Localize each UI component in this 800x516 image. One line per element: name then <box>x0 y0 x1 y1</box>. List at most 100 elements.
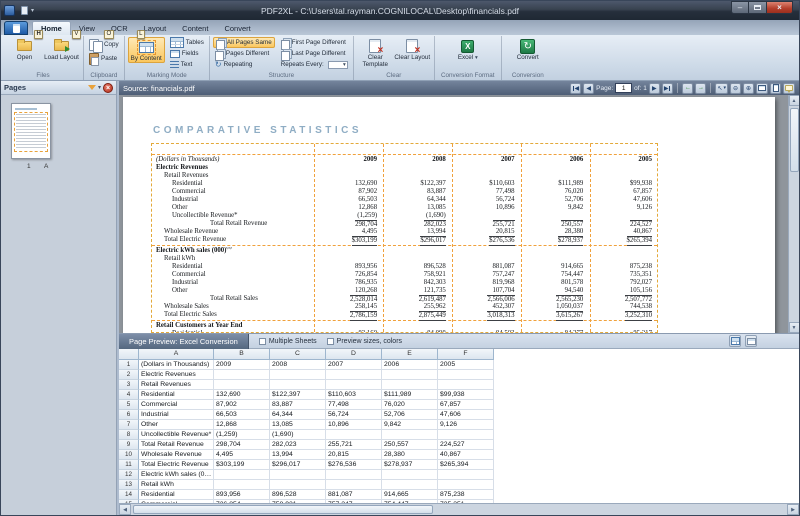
app-menu-button[interactable] <box>4 21 28 35</box>
next-view-button[interactable]: → <box>695 82 707 94</box>
convert-button[interactable]: ↻ Convert <box>509 37 546 61</box>
clear-layout-button[interactable]: × Clear Layout <box>394 37 431 61</box>
grid-cell: 881,087 <box>326 490 382 500</box>
page-thumbnail[interactable] <box>11 103 51 159</box>
fit-width-button[interactable] <box>756 82 768 94</box>
pages-different-button[interactable]: Pages Different <box>213 48 275 61</box>
export-grid-button[interactable] <box>729 335 741 347</box>
document-icon <box>20 6 28 15</box>
convert-icon: ↻ <box>520 38 536 54</box>
comments-button[interactable] <box>783 82 795 94</box>
group-structure: All Pages Same Pages Different ↻ Repeati… <box>210 36 354 80</box>
scroll-down-button[interactable]: ▼ <box>788 322 799 333</box>
tab-convert[interactable]: Convert <box>216 21 258 35</box>
group-label: Conversion Format <box>441 72 495 79</box>
copy-button[interactable]: Copy <box>87 38 121 53</box>
table-icon <box>169 37 184 48</box>
row-header-7: 7 <box>119 420 139 430</box>
pdf-table-row: Total Retail Revenue 298,704 282,023 255,72… <box>210 220 653 228</box>
first-page-different-button[interactable]: First Page Different <box>279 37 350 50</box>
close-button[interactable]: × <box>767 1 793 14</box>
vertical-scrollbar[interactable]: ▲ ▼ <box>788 95 799 333</box>
scroll-up-button[interactable]: ▲ <box>788 95 799 106</box>
all-pages-same-button[interactable]: All Pages Same <box>212 37 275 50</box>
grid-cell: $99,938 <box>438 390 494 400</box>
last-page-button[interactable]: ▶ <box>661 82 674 94</box>
open-button[interactable]: Open <box>6 37 43 61</box>
grid-cell: 224,527 <box>438 440 494 450</box>
grid-cell: 893,956 <box>214 490 270 500</box>
next-page-button[interactable]: ▶ <box>648 82 660 94</box>
grid-cell <box>270 380 326 390</box>
tab-layout[interactable]: Layout L <box>136 21 175 39</box>
tab-ocr[interactable]: OCR O <box>103 21 136 39</box>
scroll-left-button[interactable]: ◀ <box>119 504 131 515</box>
preview-sizes-checkbox[interactable] <box>326 337 334 345</box>
previous-page-button[interactable]: ◀ <box>583 82 595 94</box>
row-marker[interactable] <box>152 154 657 155</box>
page-number-input[interactable] <box>615 83 633 93</box>
group-conversion: ↻ Convert Conversion <box>502 36 554 80</box>
select-tool-button[interactable]: ↖ ▾ <box>715 82 728 94</box>
preview-tab[interactable]: Page Preview: Excel Conversion <box>119 333 249 349</box>
last-page-different-button[interactable]: Last Page Different <box>279 48 350 61</box>
grid-cell: (1,690) <box>270 430 326 440</box>
marked-table-region[interactable]: (Dollars in Thousands) 2009 2008 2007 2006 20… <box>151 143 658 333</box>
pages-panel-title: Pages <box>4 83 27 92</box>
panel-options-button[interactable] <box>745 335 757 347</box>
group-marking-mode: By Content Tables Fields Text Marking Mo… <box>125 36 210 80</box>
row-header-10: 10 <box>119 450 139 460</box>
multiple-sheets-checkbox[interactable] <box>258 337 266 345</box>
panel-icon <box>746 337 756 345</box>
chevron-down-icon: ▾ <box>723 85 726 91</box>
pdf-table-rows: (Dollars in Thousands) 2009 2008 2007 2006 20… <box>152 156 657 332</box>
separator <box>677 83 679 93</box>
tables-button[interactable]: Tables <box>168 37 206 48</box>
qat-dropdown-icon[interactable]: ▾ <box>31 7 34 14</box>
repeating-button[interactable]: ↻ Repeating <box>213 59 275 70</box>
button-label: Pages Different <box>225 50 270 57</box>
clear-template-button[interactable]: × Clear Template <box>357 37 394 68</box>
row-header-6: 6 <box>119 410 139 420</box>
page-count-label: of: 1 <box>634 84 647 92</box>
fit-page-button[interactable] <box>770 82 781 94</box>
paste-button[interactable]: Paste <box>87 52 121 66</box>
grid-corner <box>119 349 139 360</box>
filter-caret-icon[interactable]: ▾ <box>98 84 101 91</box>
horizontal-scrollbar-thumb[interactable] <box>133 505 433 514</box>
tab-content[interactable]: Content <box>174 21 216 35</box>
pages-different-icon <box>214 48 226 61</box>
text-button[interactable]: Text <box>168 59 206 70</box>
panel-close-button[interactable]: × <box>103 82 113 93</box>
minimize-button[interactable]: – <box>731 1 749 14</box>
tab-home[interactable]: Home H <box>32 21 71 39</box>
grid-cell: Electric Revenues <box>139 370 214 380</box>
horizontal-scrollbar[interactable]: ◀ ▶ <box>119 503 799 515</box>
zoom-out-button[interactable]: ⊖ <box>730 82 741 94</box>
excel-preview-grid: ABCDEF 1 (Dollars in Thousands) 2009 2008 20… <box>119 349 799 503</box>
grid-cell: $303,199 <box>214 460 270 470</box>
zoom-in-button[interactable]: ⊕ <box>743 82 754 94</box>
grid-cell: 2008 <box>270 360 326 370</box>
repeats-every-dropdown[interactable]: ▾ <box>327 60 348 69</box>
vertical-scrollbar-thumb[interactable] <box>789 108 799 172</box>
excel-format-button[interactable]: X Excel ▾ <box>449 37 486 61</box>
fields-button[interactable]: Fields <box>168 48 206 59</box>
repeats-every-control: Repeats Every: ▾ <box>279 59 350 70</box>
scroll-right-button[interactable]: ▶ <box>787 504 799 515</box>
load-layout-button[interactable]: Load Layout <box>43 37 80 61</box>
grid-cell <box>214 470 270 480</box>
grid-cell: 13,994 <box>270 450 326 460</box>
grid-cell: Total Retail Revenue <box>139 440 214 450</box>
qat-button[interactable] <box>18 5 30 17</box>
filter-icon[interactable] <box>87 85 96 90</box>
tab-view[interactable]: View V <box>71 21 103 39</box>
by-content-button[interactable]: By Content <box>127 37 165 63</box>
thumbnail-marker-box <box>14 112 48 152</box>
first-page-button[interactable]: ◀ <box>569 82 582 94</box>
button-label: Last Page Different <box>291 50 346 57</box>
previous-view-button[interactable]: ← <box>682 82 694 94</box>
titlebar: ▾ PDF2XL - C:\Users\tal.rayman.COGNILOCA… <box>1 1 799 20</box>
maximize-button[interactable] <box>749 1 767 14</box>
group-label: Conversion <box>511 72 544 79</box>
